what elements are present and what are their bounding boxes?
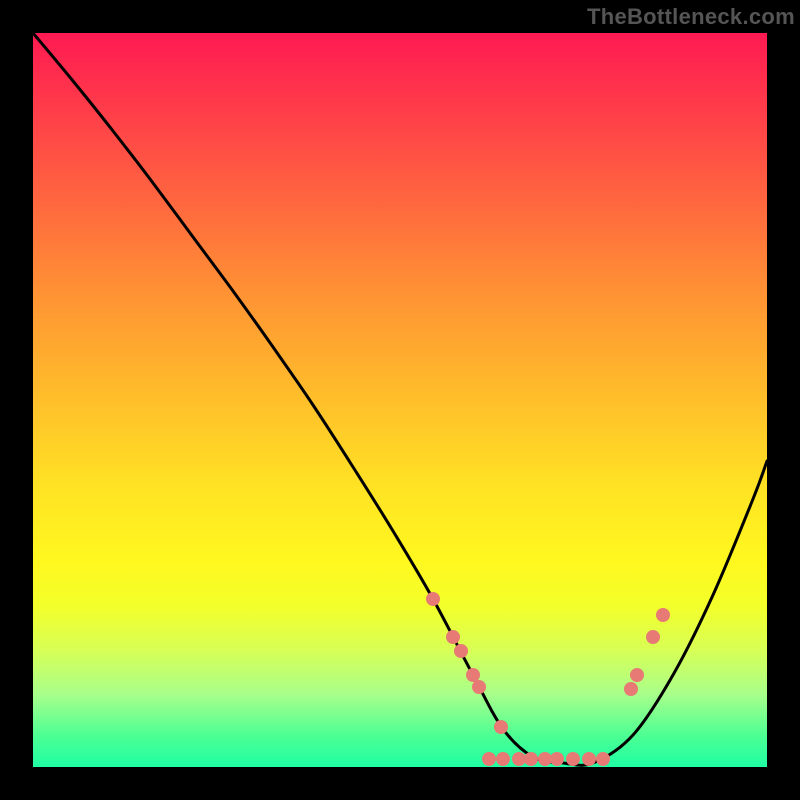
highlight-dot (656, 608, 670, 622)
highlight-dot (494, 720, 508, 734)
highlight-dot (646, 630, 660, 644)
highlight-dot (512, 752, 526, 766)
chart-frame: TheBottleneck.com (0, 0, 800, 800)
highlight-dots (426, 592, 670, 766)
highlight-dot (426, 592, 440, 606)
curve-svg (33, 33, 767, 767)
attribution-label: TheBottleneck.com (587, 4, 795, 30)
highlight-dot (446, 630, 460, 644)
highlight-dot (596, 752, 610, 766)
highlight-dot (496, 752, 510, 766)
highlight-dot (630, 668, 644, 682)
highlight-dot (524, 752, 538, 766)
highlight-dot (466, 668, 480, 682)
plot-area (33, 33, 767, 767)
highlight-dot (582, 752, 596, 766)
highlight-dot (624, 682, 638, 696)
highlight-dot (566, 752, 580, 766)
highlight-dot (472, 680, 486, 694)
highlight-dot (454, 644, 468, 658)
bottleneck-curve (33, 33, 767, 765)
highlight-dot (482, 752, 496, 766)
highlight-dot (550, 752, 564, 766)
highlight-dot (538, 752, 552, 766)
